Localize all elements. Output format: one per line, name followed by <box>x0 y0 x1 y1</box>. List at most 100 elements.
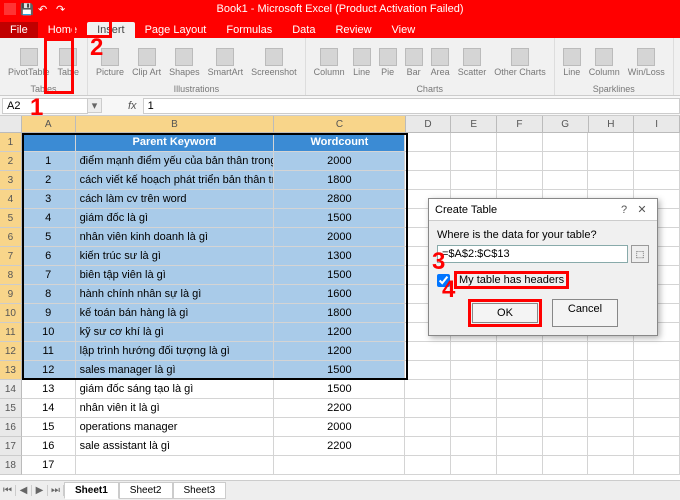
cell[interactable] <box>497 152 543 171</box>
cell[interactable] <box>588 437 634 456</box>
row-header[interactable]: 4 <box>0 190 22 209</box>
row-header[interactable]: 18 <box>0 456 22 475</box>
cell[interactable] <box>543 361 589 380</box>
cell[interactable]: cách viết kế hoạch phát triển bản thân t… <box>76 171 275 190</box>
cell[interactable] <box>543 380 589 399</box>
column-header-i[interactable]: I <box>634 116 680 132</box>
column-header-d[interactable]: D <box>406 116 452 132</box>
cell[interactable]: Wordcount <box>274 133 405 152</box>
cell[interactable]: kỹ sư cơ khí là gì <box>76 323 275 342</box>
cell[interactable]: sale assistant là gì <box>76 437 275 456</box>
sheet-tab-sheet1[interactable]: Sheet1 <box>64 482 119 499</box>
name-box-dropdown-icon[interactable]: ▾ <box>88 98 102 113</box>
sheet-nav-prev-icon[interactable]: ◀ <box>16 485 32 496</box>
cell[interactable]: 1500 <box>274 266 405 285</box>
column-header-g[interactable]: G <box>543 116 589 132</box>
cell[interactable]: 17 <box>22 456 76 475</box>
cell[interactable]: biên tập viên là gì <box>76 266 275 285</box>
row-header[interactable]: 14 <box>0 380 22 399</box>
cell[interactable]: 2000 <box>274 418 405 437</box>
cell[interactable] <box>451 399 497 418</box>
headers-checkbox[interactable] <box>437 274 450 287</box>
cell[interactable] <box>588 152 634 171</box>
cell[interactable] <box>497 456 543 475</box>
cell[interactable] <box>543 133 589 152</box>
row-header[interactable]: 15 <box>0 399 22 418</box>
cell[interactable]: 3 <box>22 190 76 209</box>
win-loss-button[interactable]: Win/Loss <box>626 46 667 79</box>
cell[interactable]: 2800 <box>274 190 405 209</box>
cell[interactable]: 7 <box>22 266 76 285</box>
cell[interactable] <box>634 437 680 456</box>
cell[interactable] <box>451 361 497 380</box>
cell[interactable] <box>405 342 451 361</box>
cell[interactable]: 1500 <box>274 380 405 399</box>
cell[interactable] <box>274 456 405 475</box>
range-input[interactable]: =$A$2:$C$13 <box>437 245 628 263</box>
tab-page-layout[interactable]: Page Layout <box>135 22 217 38</box>
column-header-b[interactable]: B <box>76 116 275 132</box>
cell[interactable] <box>405 152 451 171</box>
cell[interactable]: Parent Keyword <box>76 133 275 152</box>
cell[interactable]: 13 <box>22 380 76 399</box>
pivottable-button[interactable]: PivotTable <box>6 46 52 79</box>
cell[interactable] <box>405 437 451 456</box>
cell[interactable] <box>634 456 680 475</box>
sheet-tab-sheet2[interactable]: Sheet2 <box>119 482 173 499</box>
row-header[interactable]: 2 <box>0 152 22 171</box>
pie-button[interactable]: Pie <box>377 46 399 79</box>
cell[interactable]: 11 <box>22 342 76 361</box>
cell[interactable]: kiến trúc sư là gì <box>76 247 275 266</box>
cell[interactable]: 15 <box>22 418 76 437</box>
cell[interactable]: 1800 <box>274 304 405 323</box>
cell[interactable]: điểm mạnh điểm yếu của bản thân trong cv <box>76 152 275 171</box>
cell[interactable] <box>634 342 680 361</box>
row-header[interactable]: 11 <box>0 323 22 342</box>
cell[interactable] <box>451 380 497 399</box>
cell[interactable] <box>588 342 634 361</box>
cell[interactable] <box>588 380 634 399</box>
dialog-titlebar[interactable]: Create Table ? ✕ <box>429 199 657 221</box>
sheet-nav-last-icon[interactable]: ⏭ <box>48 485 64 496</box>
cell[interactable] <box>405 399 451 418</box>
cell[interactable] <box>543 437 589 456</box>
cell[interactable]: 6 <box>22 247 76 266</box>
cell[interactable]: 10 <box>22 323 76 342</box>
redo-icon[interactable]: ↷ <box>56 3 68 15</box>
formula-bar[interactable]: 1 <box>143 98 680 114</box>
cell[interactable]: 1200 <box>274 323 405 342</box>
column-header-h[interactable]: H <box>589 116 635 132</box>
cell[interactable] <box>634 418 680 437</box>
tab-view[interactable]: View <box>382 22 426 38</box>
cell[interactable] <box>634 171 680 190</box>
cell[interactable]: 16 <box>22 437 76 456</box>
cell[interactable]: 2 <box>22 171 76 190</box>
cell[interactable] <box>405 133 451 152</box>
row-header[interactable]: 8 <box>0 266 22 285</box>
help-icon[interactable]: ? <box>615 204 633 216</box>
cell[interactable] <box>588 456 634 475</box>
cell[interactable] <box>543 342 589 361</box>
cell[interactable] <box>497 342 543 361</box>
cell[interactable] <box>543 399 589 418</box>
cell[interactable]: 1300 <box>274 247 405 266</box>
cell[interactable]: 4 <box>22 209 76 228</box>
cell[interactable]: 2000 <box>274 228 405 247</box>
cell[interactable] <box>634 399 680 418</box>
screenshot-button[interactable]: Screenshot <box>249 46 299 79</box>
cell[interactable]: 1500 <box>274 361 405 380</box>
cell[interactable]: 1600 <box>274 285 405 304</box>
column-button[interactable]: Column <box>312 46 347 79</box>
tab-insert[interactable]: Insert <box>87 22 135 38</box>
cell[interactable]: lập trình hướng đối tượng là gì <box>76 342 275 361</box>
cell[interactable] <box>451 456 497 475</box>
shapes-button[interactable]: Shapes <box>167 46 202 79</box>
cell[interactable] <box>451 171 497 190</box>
cell[interactable]: 12 <box>22 361 76 380</box>
tab-review[interactable]: Review <box>325 22 381 38</box>
column-header-e[interactable]: E <box>451 116 497 132</box>
cell[interactable] <box>497 437 543 456</box>
fx-icon[interactable]: fx <box>122 100 143 112</box>
cell[interactable]: 2200 <box>274 399 405 418</box>
cell[interactable]: 1500 <box>274 209 405 228</box>
